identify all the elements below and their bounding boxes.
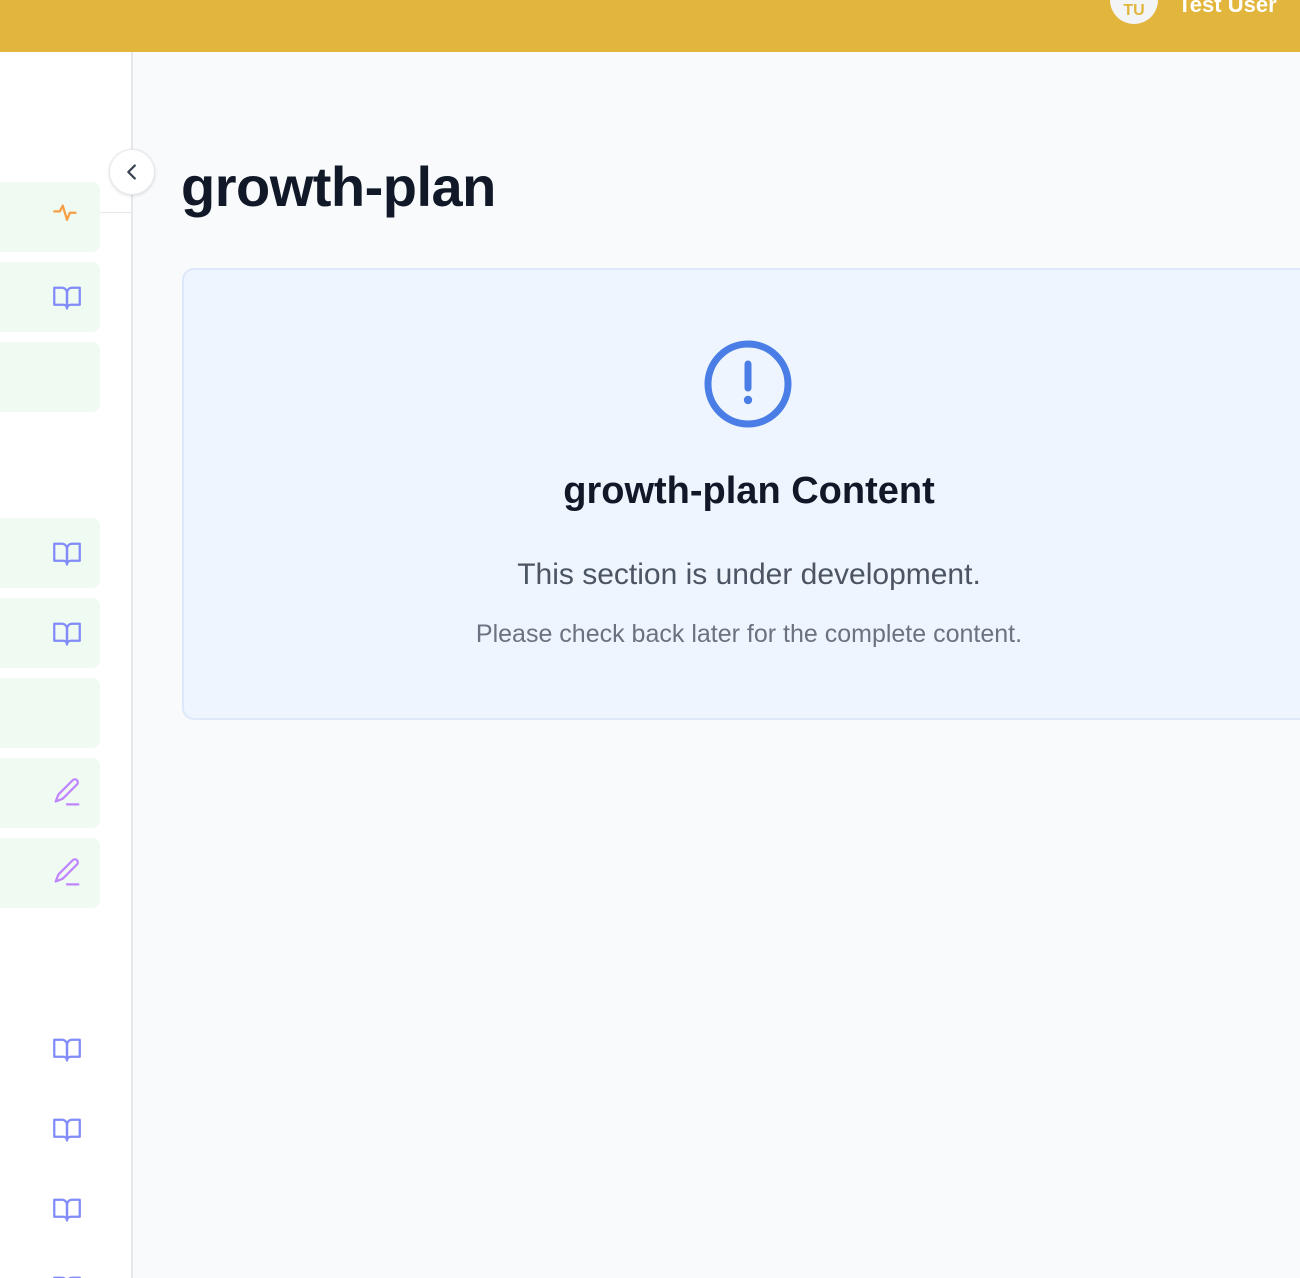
pen-icon: [50, 776, 84, 810]
book-open-icon[interactable]: [50, 1192, 84, 1226]
sidebar-item-activity[interactable]: [0, 182, 100, 252]
book-open-icon[interactable]: [50, 1270, 84, 1278]
alert-circle-icon: [704, 340, 792, 428]
activity-icon: [50, 200, 84, 234]
card-description: This section is under development.: [517, 558, 981, 591]
book-open-icon: [50, 280, 84, 314]
book-open-icon[interactable]: [50, 1032, 84, 1066]
user-avatar[interactable]: TU: [1110, 0, 1158, 24]
user-name[interactable]: Test User: [1178, 0, 1277, 18]
sidebar-item-book[interactable]: [0, 262, 100, 332]
sidebar-item-book[interactable]: [0, 518, 100, 588]
sidebar-item-blank[interactable]: [0, 342, 100, 412]
card-subtext: Please check back later for the complete…: [475, 620, 1023, 648]
top-navbar: TU Test User: [0, 0, 1300, 52]
sidebar-item-pen[interactable]: [0, 758, 100, 828]
book-open-icon: [50, 536, 84, 570]
content-card: growth-plan Content This section is unde…: [182, 268, 1300, 720]
sidebar-item-pen[interactable]: [0, 838, 100, 908]
sidebar-item-blank[interactable]: [0, 678, 100, 748]
main-content: growth-plan growth-plan Content This sec…: [135, 52, 1300, 1278]
card-heading: growth-plan Content: [563, 470, 935, 512]
page-title: growth-plan: [181, 155, 496, 218]
book-open-icon[interactable]: [50, 1112, 84, 1146]
pen-icon: [50, 856, 84, 890]
book-open-icon: [50, 616, 84, 650]
sidebar: [0, 52, 133, 1278]
sidebar-item-book[interactable]: [0, 598, 100, 668]
